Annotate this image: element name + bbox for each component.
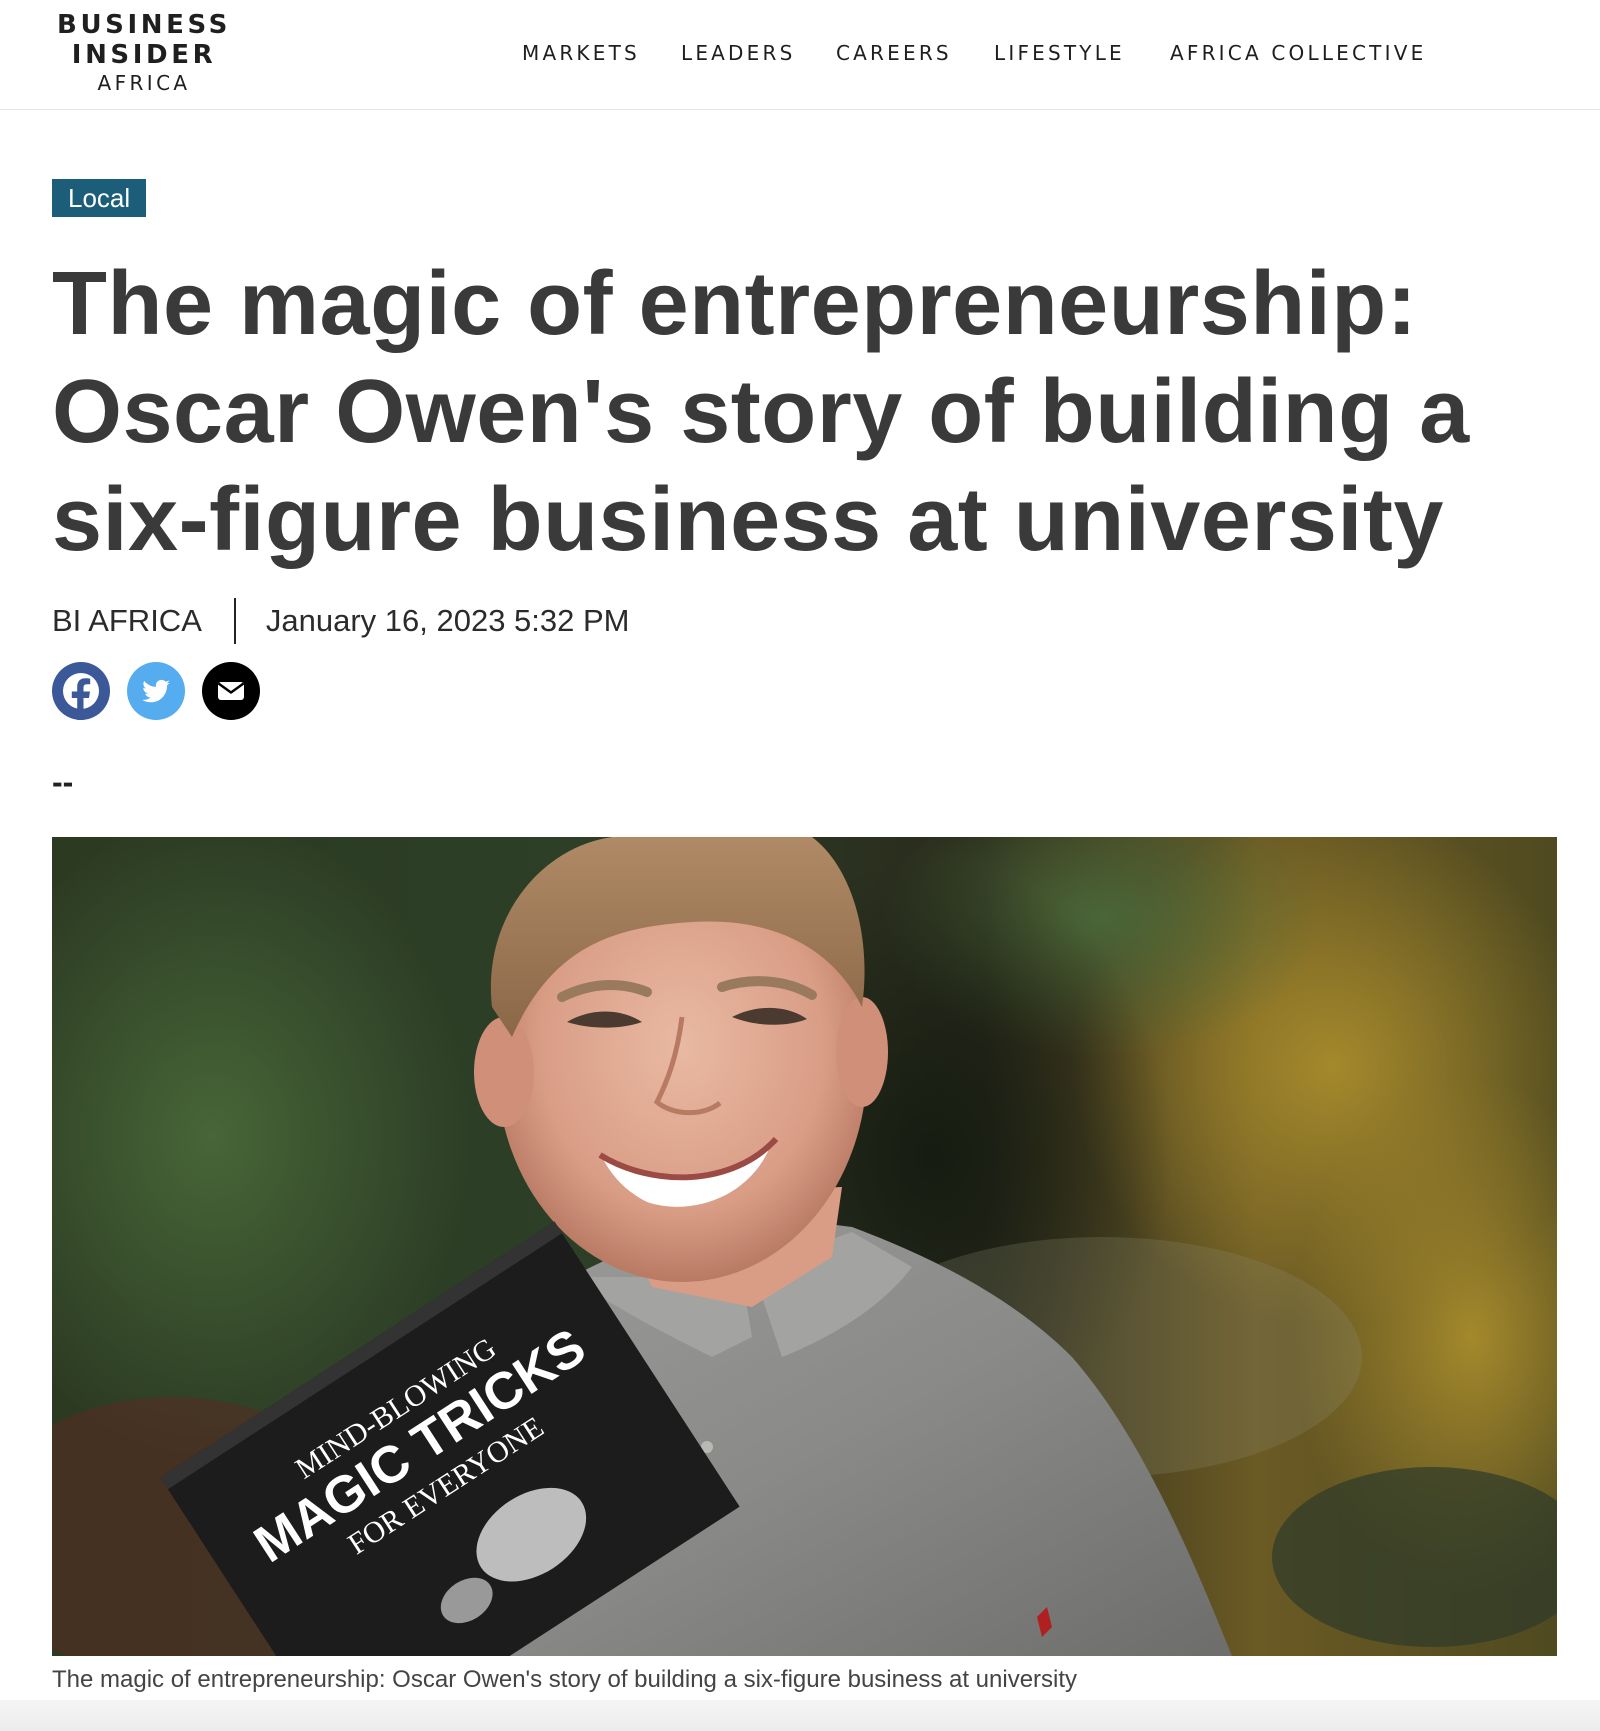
site-logo[interactable]: BUSINESS INSIDER AFRICA (54, 10, 234, 96)
facebook-icon (52, 662, 110, 720)
facebook-share-button[interactable] (52, 662, 110, 720)
author-name[interactable]: BI AFRICA (52, 598, 202, 644)
byline: BI AFRICA January 16, 2023 5:32 PM (52, 598, 630, 644)
email-icon (202, 662, 260, 720)
email-share-button[interactable] (202, 662, 260, 720)
publish-date: January 16, 2023 5:32 PM (265, 603, 630, 638)
hero-photo-illustration: MIND-BLOWING MAGIC TRICKS FOR EVERYONE (52, 837, 1557, 1656)
nav-item-africa-collective[interactable]: AFRICA COLLECTIVE (1170, 40, 1426, 66)
next-content-fade (0, 1700, 1600, 1731)
logo-line-1: BUSINESS (57, 10, 231, 40)
twitter-icon (127, 662, 185, 720)
image-caption: The magic of entrepreneurship: Oscar Owe… (52, 1666, 1078, 1693)
nav-item-markets[interactable]: MARKETS (522, 40, 640, 66)
article-hero-image: MIND-BLOWING MAGIC TRICKS FOR EVERYONE (52, 837, 1557, 1656)
article-headline: The magic of entrepreneurship: Oscar Owe… (52, 254, 1470, 570)
nav-item-leaders[interactable]: LEADERS (681, 40, 796, 66)
logo-line-3: AFRICA (97, 71, 191, 95)
nav-item-careers[interactable]: CAREERS (836, 40, 952, 66)
category-badge[interactable]: Local (52, 179, 147, 217)
nav-item-lifestyle[interactable]: LIFESTYLE (994, 40, 1125, 66)
separator-text: -- (52, 764, 74, 800)
byline-divider (233, 598, 236, 644)
twitter-share-button[interactable] (127, 662, 185, 720)
site-header: BUSINESS INSIDER AFRICA MARKETS LEADERS … (0, 0, 1600, 110)
logo-line-2: INSIDER (71, 40, 217, 70)
